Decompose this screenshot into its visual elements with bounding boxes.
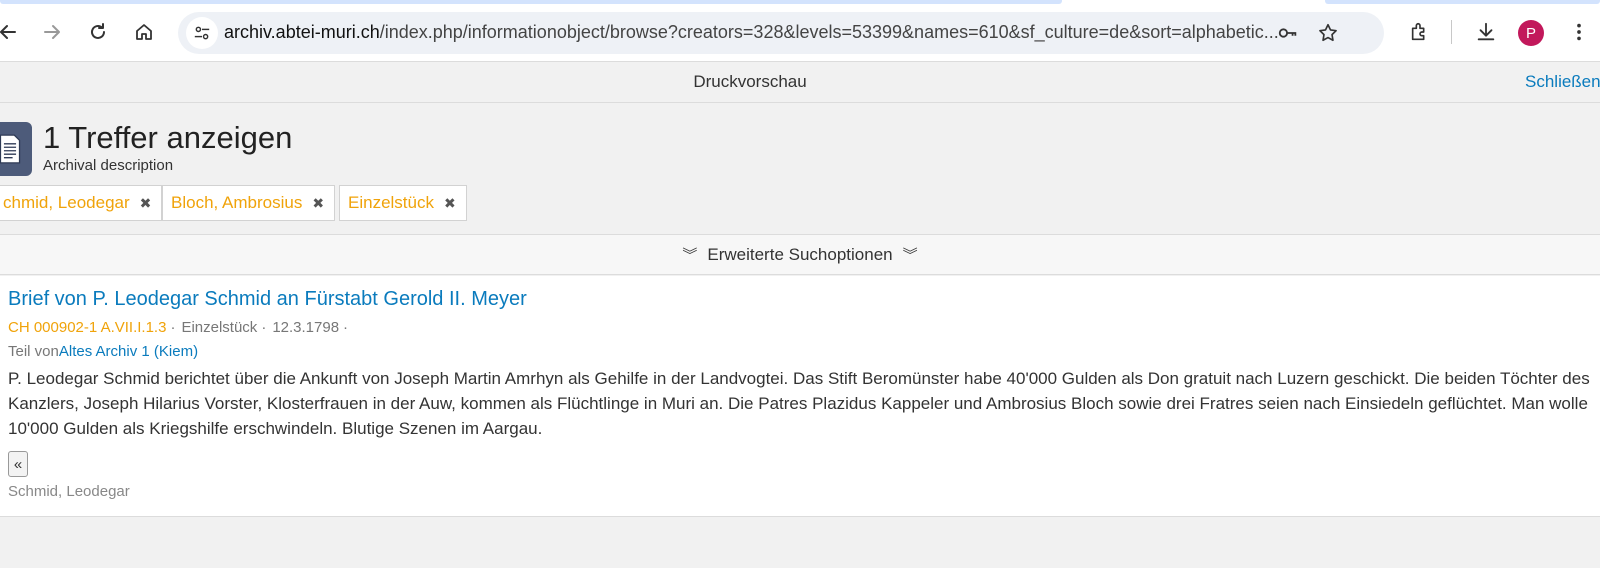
separator: ·	[261, 319, 267, 336]
filter-chip-label: Bloch, Ambrosius	[171, 193, 303, 212]
url-path: /index.php/informationobject/browse?crea…	[379, 22, 1279, 42]
reload-icon[interactable]	[80, 14, 116, 50]
document-icon	[0, 122, 32, 176]
remove-filter-icon[interactable]: ✖	[140, 195, 152, 212]
filter-chip-level[interactable]: Einzelstück ✖	[339, 185, 467, 221]
toolbar-divider	[1451, 20, 1452, 44]
extensions-icon[interactable]	[1407, 19, 1433, 45]
collapse-button[interactable]: «	[8, 451, 28, 477]
address-bar[interactable]: archiv.abtei-muri.ch/index.php/informati…	[178, 12, 1384, 54]
part-of: Teil vonAltes Archiv 1 (Kiem)	[8, 343, 198, 360]
double-chevron-down-icon: ︾	[682, 247, 698, 264]
filter-chip-creator[interactable]: chmid, Leodegar ✖	[0, 185, 163, 221]
filter-chip-label: chmid, Leodegar	[3, 193, 130, 212]
page-title: 1 Treffer anzeigen	[43, 120, 293, 155]
site-info-icon[interactable]	[186, 17, 218, 49]
home-icon[interactable]	[126, 14, 162, 50]
print-preview-bar: Druckvorschau Schließen	[0, 63, 1600, 103]
result-title-link[interactable]: Brief von P. Leodegar Schmid an Fürstabt…	[8, 288, 527, 311]
separator: ·	[170, 319, 176, 336]
result-description: P. Leodegar Schmid berichtet über die An…	[8, 369, 1590, 438]
bookmark-star-icon[interactable]	[1316, 21, 1340, 45]
back-icon[interactable]	[0, 14, 26, 50]
filter-chip-label: Einzelstück	[348, 193, 434, 212]
browser-toolbar: archiv.abtei-muri.ch/index.php/informati…	[0, 0, 1600, 62]
double-chevron-down-icon: ︾	[902, 247, 918, 264]
separator: ·	[343, 319, 349, 336]
tab-strip-edge	[1325, 0, 1600, 4]
forward-icon[interactable]	[34, 14, 70, 50]
kebab-menu-icon[interactable]	[1566, 19, 1592, 45]
result-meta: CH 000902-1 A.VII.I.1.3 · Einzelstück · 12.3…	[8, 319, 354, 336]
download-icon[interactable]	[1473, 19, 1499, 45]
close-print-preview-link[interactable]: Schließen	[1525, 72, 1600, 92]
level-of-description: Einzelstück	[181, 319, 258, 336]
print-preview-title: Druckvorschau	[693, 72, 807, 91]
remove-filter-icon[interactable]: ✖	[312, 195, 324, 212]
filter-chip-name[interactable]: Bloch, Ambrosius ✖	[162, 185, 336, 221]
advanced-search-toggle[interactable]: ︾ Erweiterte Suchoptionen ︾	[0, 234, 1600, 275]
reference-code: CH 000902-1 A.VII.I.1.3	[8, 319, 167, 336]
url-text[interactable]: archiv.abtei-muri.ch/index.php/informati…	[224, 22, 1284, 43]
result-item: Brief von P. Leodegar Schmid an Fürstabt…	[0, 276, 1600, 517]
profile-avatar[interactable]: P	[1518, 20, 1544, 46]
part-of-prefix: Teil von	[8, 343, 59, 360]
password-key-icon[interactable]	[1276, 21, 1300, 45]
page-subtitle: Archival description	[43, 157, 174, 174]
tab-strip-edge	[0, 0, 1062, 4]
advanced-search-label: Erweiterte Suchoptionen	[707, 244, 893, 264]
result-date: 12.3.1798	[272, 319, 340, 336]
url-host: archiv.abtei-muri.ch	[224, 22, 380, 42]
part-of-link[interactable]: Altes Archiv 1 (Kiem)	[59, 343, 198, 360]
remove-filter-icon[interactable]: ✖	[444, 195, 456, 212]
result-creator: Schmid, Leodegar	[8, 483, 130, 500]
